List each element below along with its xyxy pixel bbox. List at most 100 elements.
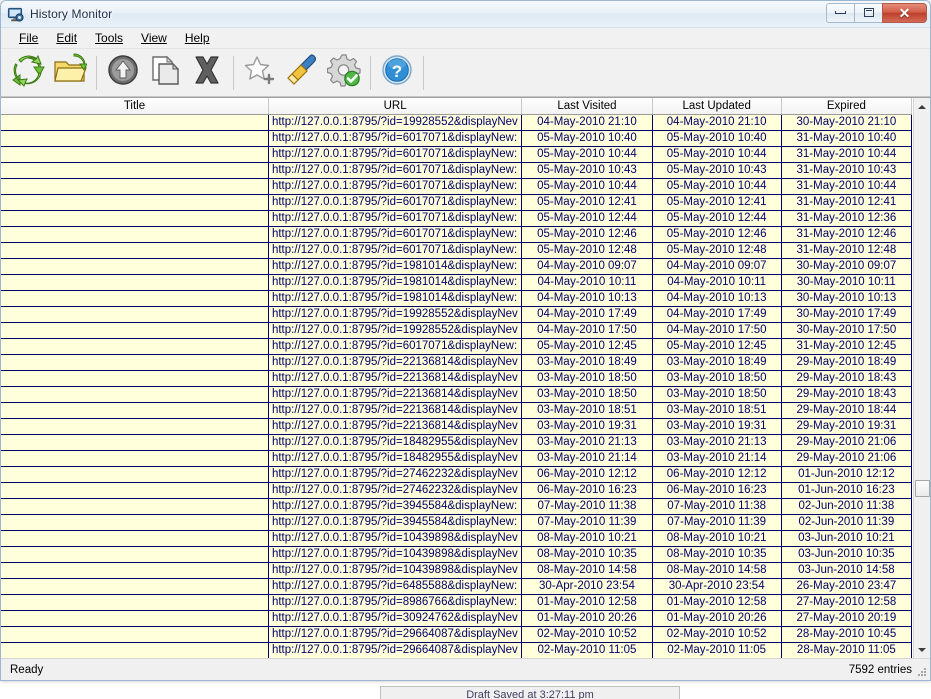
cell-last-visited[interactable]: 04-May-2010 17:50 [522,322,652,338]
cell-last-visited[interactable]: 30-Apr-2010 23:54 [522,578,652,594]
cell-last-visited[interactable]: 03-May-2010 21:14 [522,450,652,466]
cell-expired[interactable]: 31-May-2010 12:45 [781,338,911,354]
cell-url[interactable]: http://127.0.0.1:8795/?id=19928552&displ… [268,306,521,322]
table-row[interactable]: http://127.0.0.1:8795/?id=10439898&displ… [1,562,912,578]
cell-url[interactable]: http://127.0.0.1:8795/?id=6017071&displa… [268,162,521,178]
cell-title[interactable] [1,386,268,402]
table-row[interactable]: http://127.0.0.1:8795/?id=22136814&displ… [1,370,912,386]
table-row[interactable]: http://127.0.0.1:8795/?id=19928552&displ… [1,322,912,338]
table-row[interactable]: http://127.0.0.1:8795/?id=27462232&displ… [1,482,912,498]
cell-title[interactable] [1,562,268,578]
cell-last-updated[interactable]: 03-May-2010 18:50 [652,386,781,402]
vertical-scrollbar[interactable] [913,98,930,658]
cell-last-updated[interactable]: 03-May-2010 18:51 [652,402,781,418]
cell-expired[interactable]: 31-May-2010 10:43 [781,162,911,178]
table-row[interactable]: http://127.0.0.1:8795/?id=6017071&displa… [1,210,912,226]
cell-expired[interactable]: 30-May-2010 17:49 [781,306,911,322]
cell-last-updated[interactable]: 03-May-2010 21:13 [652,434,781,450]
cell-url[interactable]: http://127.0.0.1:8795/?id=6017071&displa… [268,130,521,146]
cell-url[interactable]: http://127.0.0.1:8795/?id=29664087&displ… [268,642,521,658]
cell-expired[interactable]: 27-May-2010 20:19 [781,610,911,626]
cell-url[interactable]: http://127.0.0.1:8795/?id=6017071&displa… [268,146,521,162]
table-row[interactable]: http://127.0.0.1:8795/?id=1981014&displa… [1,274,912,290]
cell-url[interactable]: http://127.0.0.1:8795/?id=19928552&displ… [268,114,521,130]
cell-last-visited[interactable]: 05-May-2010 12:46 [522,226,652,242]
cell-last-visited[interactable]: 08-May-2010 10:35 [522,546,652,562]
cell-url[interactable]: http://127.0.0.1:8795/?id=6017071&displa… [268,194,521,210]
cell-url[interactable]: http://127.0.0.1:8795/?id=27462232&displ… [268,466,521,482]
cell-last-updated[interactable]: 05-May-2010 12:45 [652,338,781,354]
cell-title[interactable] [1,114,268,130]
cell-last-visited[interactable]: 04-May-2010 09:07 [522,258,652,274]
cell-last-visited[interactable]: 05-May-2010 12:41 [522,194,652,210]
cell-last-visited[interactable]: 03-May-2010 18:50 [522,370,652,386]
cell-last-updated[interactable]: 04-May-2010 17:49 [652,306,781,322]
cell-title[interactable] [1,450,268,466]
cell-title[interactable] [1,370,268,386]
clean-button[interactable] [281,52,323,94]
settings-button[interactable] [323,52,365,94]
cell-expired[interactable]: 31-May-2010 12:48 [781,242,911,258]
cell-last-visited[interactable]: 05-May-2010 10:44 [522,146,652,162]
cell-last-updated[interactable]: 04-May-2010 09:07 [652,258,781,274]
cell-last-updated[interactable]: 05-May-2010 12:46 [652,226,781,242]
table-row[interactable]: http://127.0.0.1:8795/?id=6017071&displa… [1,242,912,258]
cell-expired[interactable]: 29-May-2010 18:43 [781,386,911,402]
cell-url[interactable]: http://127.0.0.1:8795/?id=8986766&displa… [268,594,521,610]
table-row[interactable]: http://127.0.0.1:8795/?id=1981014&displa… [1,290,912,306]
cell-url[interactable]: http://127.0.0.1:8795/?id=1981014&displa… [268,274,521,290]
cell-expired[interactable]: 30-May-2010 17:50 [781,322,911,338]
cell-expired[interactable]: 03-Jun-2010 10:21 [781,530,911,546]
cell-url[interactable]: http://127.0.0.1:8795/?id=22136814&displ… [268,386,521,402]
cell-last-visited[interactable]: 03-May-2010 21:13 [522,434,652,450]
cell-expired[interactable]: 31-May-2010 10:40 [781,130,911,146]
cell-expired[interactable]: 30-May-2010 10:11 [781,274,911,290]
cell-last-updated[interactable]: 30-Apr-2010 23:54 [652,578,781,594]
cell-title[interactable] [1,354,268,370]
cell-last-updated[interactable]: 05-May-2010 10:44 [652,146,781,162]
table-row[interactable]: http://127.0.0.1:8795/?id=6485588&displa… [1,578,912,594]
cell-last-updated[interactable]: 01-May-2010 12:58 [652,594,781,610]
cell-title[interactable] [1,194,268,210]
cell-expired[interactable]: 01-Jun-2010 16:23 [781,482,911,498]
cell-last-updated[interactable]: 03-May-2010 19:31 [652,418,781,434]
cell-title[interactable] [1,162,268,178]
cell-expired[interactable]: 26-May-2010 23:47 [781,578,911,594]
cell-last-updated[interactable]: 02-May-2010 11:05 [652,642,781,658]
cell-title[interactable] [1,210,268,226]
close-button[interactable]: ✕ [882,3,927,23]
table-row[interactable]: http://127.0.0.1:8795/?id=6017071&displa… [1,162,912,178]
refresh-button[interactable] [7,52,49,94]
cell-expired[interactable]: 29-May-2010 18:49 [781,354,911,370]
cell-last-updated[interactable]: 05-May-2010 12:41 [652,194,781,210]
cell-last-visited[interactable]: 04-May-2010 17:49 [522,306,652,322]
table-row[interactable]: http://127.0.0.1:8795/?id=8986766&displa… [1,594,912,610]
cell-last-visited[interactable]: 04-May-2010 21:10 [522,114,652,130]
table-row[interactable]: http://127.0.0.1:8795/?id=10439898&displ… [1,546,912,562]
cell-expired[interactable]: 29-May-2010 21:06 [781,450,911,466]
cell-last-visited[interactable]: 06-May-2010 12:12 [522,466,652,482]
cell-last-visited[interactable]: 04-May-2010 10:13 [522,290,652,306]
cell-last-updated[interactable]: 05-May-2010 10:44 [652,178,781,194]
cell-last-updated[interactable]: 06-May-2010 12:12 [652,466,781,482]
cell-url[interactable]: http://127.0.0.1:8795/?id=27462232&displ… [268,482,521,498]
cell-last-updated[interactable]: 05-May-2010 10:43 [652,162,781,178]
cell-last-visited[interactable]: 08-May-2010 10:21 [522,530,652,546]
cell-last-updated[interactable]: 03-May-2010 18:49 [652,354,781,370]
help-button[interactable]: ? [376,52,418,94]
table-row[interactable]: http://127.0.0.1:8795/?id=6017071&displa… [1,178,912,194]
cell-expired[interactable]: 30-May-2010 21:10 [781,114,911,130]
table-row[interactable]: http://127.0.0.1:8795/?id=3945584&displa… [1,498,912,514]
scrollbar-track[interactable] [914,115,930,641]
maximize-button[interactable] [854,3,883,23]
table-row[interactable]: http://127.0.0.1:8795/?id=29664087&displ… [1,642,912,658]
cell-last-visited[interactable]: 04-May-2010 10:11 [522,274,652,290]
table-row[interactable]: http://127.0.0.1:8795/?id=6017071&displa… [1,338,912,354]
column-header-expired[interactable]: Expired [781,98,911,114]
column-header-last-visited[interactable]: Last Visited [522,98,652,114]
table-row[interactable]: http://127.0.0.1:8795/?id=18482955&displ… [1,450,912,466]
cell-title[interactable] [1,514,268,530]
cell-title[interactable] [1,466,268,482]
table-row[interactable]: http://127.0.0.1:8795/?id=27462232&displ… [1,466,912,482]
cell-expired[interactable]: 30-May-2010 10:13 [781,290,911,306]
